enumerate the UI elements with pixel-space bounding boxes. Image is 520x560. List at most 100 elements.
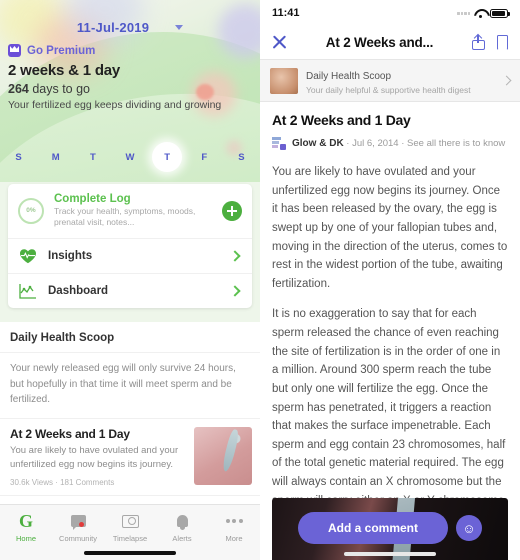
days-count: 264: [8, 82, 29, 96]
days-to-go: 264 days to go: [8, 82, 90, 96]
chevron-right-icon: [501, 75, 512, 86]
scoop-source-banner[interactable]: Daily Health Scoop Your daily helpful & …: [260, 60, 520, 102]
progress-ring: 0%: [18, 197, 44, 224]
byline-author: Glow & DK: [292, 138, 344, 149]
day-2[interactable]: T: [74, 152, 111, 163]
notification-badge: [78, 522, 84, 527]
app-root: 11-Jul-2019 Go Premium 2 weeks & 1 day 2…: [0, 0, 520, 560]
scoop-banner-title: Daily Health Scoop: [306, 71, 392, 82]
article-navbar: At 2 Weeks and...: [260, 26, 520, 60]
bookmark-icon[interactable]: [497, 35, 508, 50]
complete-log-title: Complete Log: [54, 193, 131, 205]
days-to-go-label: days to go: [28, 82, 91, 96]
quick-actions-card: 0% Complete Log Track your health, sympt…: [8, 184, 252, 308]
day-5[interactable]: F: [186, 152, 223, 163]
scoop-article-item-1[interactable]: Your egg surrounded by sperm Here the eg…: [0, 495, 260, 504]
date-selector[interactable]: 11-Jul-2019: [0, 20, 260, 35]
day-letter: W: [125, 151, 135, 163]
tab-label: Home: [15, 534, 36, 543]
complete-log-row[interactable]: 0% Complete Log Track your health, sympt…: [8, 184, 252, 238]
chevron-right-icon: [229, 250, 241, 262]
complete-log-subtitle: Track your health, symptoms, moods, pren…: [54, 206, 196, 228]
byline-text: Glow & DK · Jul 6, 2014 · See all there …: [292, 138, 505, 149]
status-indicators: [457, 8, 510, 18]
navbar-title: At 2 Weeks and...: [325, 35, 434, 50]
glow-dk-logo-icon: [272, 136, 287, 151]
bottom-tab-bar: G Home Community Timelapse Alerts More: [0, 504, 260, 560]
daily-health-scoop-section: Daily Health Scoop Your newly released e…: [0, 322, 260, 504]
status-time: 11:41: [272, 7, 300, 19]
insights-row[interactable]: Insights: [8, 237, 252, 273]
tab-more[interactable]: More: [208, 511, 260, 543]
share-icon[interactable]: [472, 35, 485, 50]
home-indicator: [344, 552, 436, 556]
day-1[interactable]: M: [37, 152, 74, 163]
article-text: At 2 Weeks and 1 Day You are likely to h…: [10, 427, 186, 488]
article-body: At 2 Weeks and 1 Day Glow & DK · Jul 6, …: [260, 102, 520, 560]
egg-illustration: [196, 84, 214, 100]
day-0[interactable]: S: [0, 152, 37, 163]
pregnancy-week-title: 2 weeks & 1 day: [8, 62, 121, 79]
tab-label: Timelapse: [112, 534, 148, 543]
crown-icon: [8, 44, 21, 57]
scoop-note: Your newly released egg will only surviv…: [0, 352, 260, 418]
chat-bubble-icon: [52, 511, 104, 531]
scoop-banner-text: Daily Health Scoop Your daily helpful & …: [306, 66, 495, 95]
chevron-right-icon: [229, 285, 241, 297]
day-letter: M: [51, 151, 60, 163]
navbar-actions: [472, 35, 508, 50]
article-thumbnail: [194, 426, 252, 485]
right-pane-article-view: 11:41 At 2 Weeks and... Daily Health Sco…: [260, 0, 520, 560]
battery-full-icon: [490, 8, 510, 18]
dashboard-title: Dashboard: [48, 284, 109, 297]
close-icon[interactable]: [272, 35, 287, 50]
tab-label: Community: [59, 534, 97, 543]
article-meta: 30.6k Views · 181 Comments: [10, 478, 115, 487]
glow-logo-icon: G: [18, 511, 33, 531]
cellular-signal-icon: [457, 11, 470, 15]
day-letter: F: [201, 151, 208, 163]
article-description: You are likely to have ovulated and your…: [10, 444, 179, 470]
article-byline: Glow & DK · Jul 6, 2014 · See all there …: [272, 136, 508, 151]
insights-title: Insights: [48, 249, 93, 262]
tab-timelapse[interactable]: Timelapse: [104, 511, 156, 543]
insights-text: Insights: [48, 250, 221, 262]
go-premium-button[interactable]: Go Premium: [8, 44, 95, 57]
dashboard-text: Dashboard: [48, 285, 221, 297]
day-3[interactable]: W: [111, 152, 148, 163]
byline-rest: · Jul 6, 2014 · See all there is to know: [343, 138, 506, 149]
day-letter: T: [89, 151, 96, 163]
left-pane-pregnancy-home: 11-Jul-2019 Go Premium 2 weeks & 1 day 2…: [0, 0, 260, 560]
article-title: At 2 Weeks and 1 Day: [10, 426, 130, 441]
bell-icon: [156, 511, 208, 531]
plus-circle-icon[interactable]: [222, 200, 242, 221]
week-day-strip: S M T W T F S: [0, 140, 260, 174]
ellipsis-icon: [208, 511, 260, 531]
status-bar: 11:41: [260, 0, 520, 26]
tab-home[interactable]: G Home: [0, 511, 52, 543]
smiley-icon[interactable]: ☺: [456, 515, 482, 541]
home-indicator: [84, 551, 176, 555]
tab-alerts[interactable]: Alerts: [156, 511, 208, 543]
wifi-icon: [474, 9, 486, 18]
scoop-article-item-0[interactable]: At 2 Weeks and 1 Day You are likely to h…: [0, 417, 260, 496]
progress-value: 0%: [26, 207, 36, 215]
day-4-selected[interactable]: T: [149, 142, 186, 172]
tab-label: More: [225, 534, 243, 543]
article-paragraph-0: You are likely to have ovulated and your…: [272, 166, 508, 290]
scoop-banner-subtitle: Your daily helpful & supportive health d…: [306, 85, 471, 95]
dashboard-row[interactable]: Dashboard: [8, 272, 252, 308]
add-comment-button[interactable]: Add a comment: [297, 512, 448, 544]
go-premium-label: Go Premium: [27, 44, 96, 57]
article-headline: At 2 Weeks and 1 Day: [272, 112, 411, 128]
day-letter: T: [164, 151, 171, 163]
day-6[interactable]: S: [223, 152, 260, 163]
tab-community[interactable]: Community: [52, 511, 104, 543]
heart-pulse-icon: [18, 248, 38, 264]
pregnancy-tagline: Your fertilized egg keeps dividing and g…: [8, 99, 222, 111]
scoop-avatar: [270, 67, 298, 94]
scoop-section-heading: Daily Health Scoop: [10, 332, 115, 344]
day-letter: S: [15, 151, 22, 163]
chevron-down-icon[interactable]: [175, 25, 184, 30]
current-date: 11-Jul-2019: [76, 20, 150, 35]
